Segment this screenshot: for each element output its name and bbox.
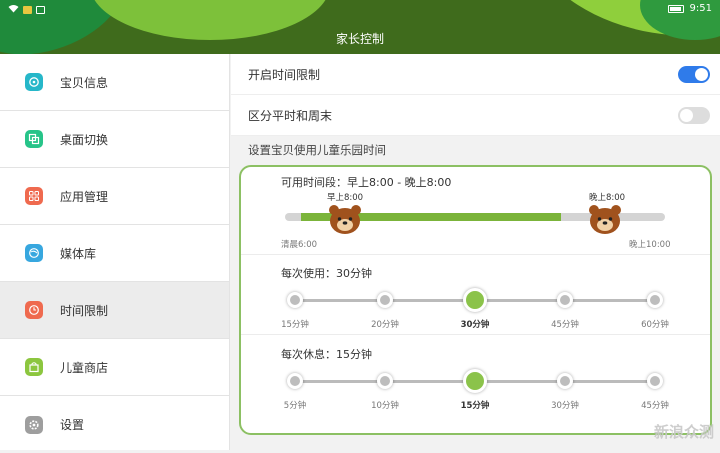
rest-option-label: 10分钟: [355, 399, 415, 411]
usage-option-label: 30分钟: [445, 318, 505, 330]
rest-title: 每次休息：15分钟: [281, 346, 372, 362]
usage-option-dot[interactable]: [287, 292, 303, 308]
desktop-switch-icon: [25, 130, 43, 148]
battery-icon: [668, 5, 684, 13]
sidebar-item-media-library[interactable]: 媒体库: [0, 225, 229, 282]
sidebar-item-desktop-switch[interactable]: 桌面切换: [0, 111, 229, 168]
watermark: 新浪众测: [654, 421, 714, 442]
sidebar-item-label: 儿童商店: [60, 359, 108, 376]
usage-title: 每次使用：30分钟: [281, 265, 372, 281]
rest-option-label: 15分钟: [445, 399, 505, 411]
enable-time-limit-row: 开启时间限制: [231, 54, 720, 95]
usage-option-label: 45分钟: [535, 318, 595, 330]
sidebar-item-label: 设置: [60, 416, 84, 433]
gear-icon: [25, 416, 43, 434]
range-min-label: 清晨6:00: [281, 238, 317, 250]
usage-option-dot-selected[interactable]: [463, 288, 487, 312]
enable-time-limit-label: 开启时间限制: [248, 66, 320, 83]
usage-option-label: 20分钟: [355, 318, 415, 330]
sidebar-item-app-management[interactable]: 应用管理: [0, 168, 229, 225]
toggle-knob: [695, 68, 708, 81]
range-max-label: 晚上10:00: [629, 238, 671, 250]
usage-option-dot[interactable]: [647, 292, 663, 308]
baby-info-icon: [25, 73, 43, 91]
rest-option-dot[interactable]: [647, 373, 663, 389]
sidebar-item-settings[interactable]: 设置: [0, 396, 229, 453]
sidebar-item-time-limit[interactable]: 时间限制: [0, 282, 229, 339]
sidebar-item-label: 媒体库: [60, 245, 96, 262]
media-library-icon: [25, 244, 43, 262]
weekday-weekend-row: 区分平时和周末: [231, 95, 720, 136]
rest-option-dot[interactable]: [557, 373, 573, 389]
rest-option-label: 45分钟: [625, 399, 685, 411]
range-start-handle[interactable]: [328, 203, 362, 235]
sidebar-item-label: 宝贝信息: [60, 74, 108, 91]
clock-time: 9:51: [690, 3, 712, 14]
time-settings-card: 可用时间段：早上8:00 - 晚上8:00 早上8:00 晚上8:00: [239, 165, 712, 435]
range-end-handle[interactable]: [588, 203, 622, 235]
status-bar: 9:51: [0, 0, 720, 20]
wifi-icon: [8, 4, 19, 16]
image-notification-icon: [36, 6, 45, 14]
weekday-weekend-label: 区分平时和周末: [248, 107, 332, 124]
weekday-weekend-toggle[interactable]: [678, 107, 710, 124]
main-content: 开启时间限制 区分平时和周末 设置宝贝使用儿童乐园时间 可用时间段：早上8:00…: [231, 54, 720, 450]
clock-icon: [25, 301, 43, 319]
time-range-section: 可用时间段：早上8:00 - 晚上8:00 早上8:00 晚上8:00: [241, 167, 710, 255]
rest-option-dot[interactable]: [377, 373, 393, 389]
range-end-label: 晚上8:00: [589, 191, 625, 203]
sidebar-item-label: 桌面切换: [60, 131, 108, 148]
app-header: 9:51 家长控制: [0, 0, 720, 54]
rest-option-dot-selected[interactable]: [463, 369, 487, 393]
enable-time-limit-toggle[interactable]: [678, 66, 710, 83]
shopping-bag-icon: [25, 358, 43, 376]
app-management-icon: [25, 187, 43, 205]
usage-option-dot[interactable]: [557, 292, 573, 308]
usage-option-label: 15分钟: [265, 318, 325, 330]
toggle-knob: [680, 109, 693, 122]
rest-section: 每次休息：15分钟 5分钟 10分钟 15分钟 30分钟 45分钟: [241, 335, 710, 431]
rest-option-dot[interactable]: [287, 373, 303, 389]
notification-icon: [23, 6, 32, 14]
page-title: 家长控制: [0, 30, 720, 47]
time-range-title: 可用时间段：早上8:00 - 晚上8:00: [281, 174, 451, 190]
range-start-label: 早上8:00: [327, 191, 363, 203]
sidebar-item-label: 应用管理: [60, 188, 108, 205]
sidebar-item-kids-store[interactable]: 儿童商店: [0, 339, 229, 396]
section-title: 设置宝贝使用儿童乐园时间: [231, 136, 720, 164]
sidebar-item-label: 时间限制: [60, 302, 108, 319]
usage-option-dot[interactable]: [377, 292, 393, 308]
usage-option-label: 60分钟: [625, 318, 685, 330]
sidebar: 宝贝信息 桌面切换 应用管理 媒体库 时间限制 儿童商店 设置: [0, 54, 230, 450]
usage-section: 每次使用：30分钟 15分钟 20分钟 30分钟 45分钟 60分钟: [241, 255, 710, 335]
sidebar-item-baby-info[interactable]: 宝贝信息: [0, 54, 229, 111]
rest-option-label: 5分钟: [265, 399, 325, 411]
rest-option-label: 30分钟: [535, 399, 595, 411]
